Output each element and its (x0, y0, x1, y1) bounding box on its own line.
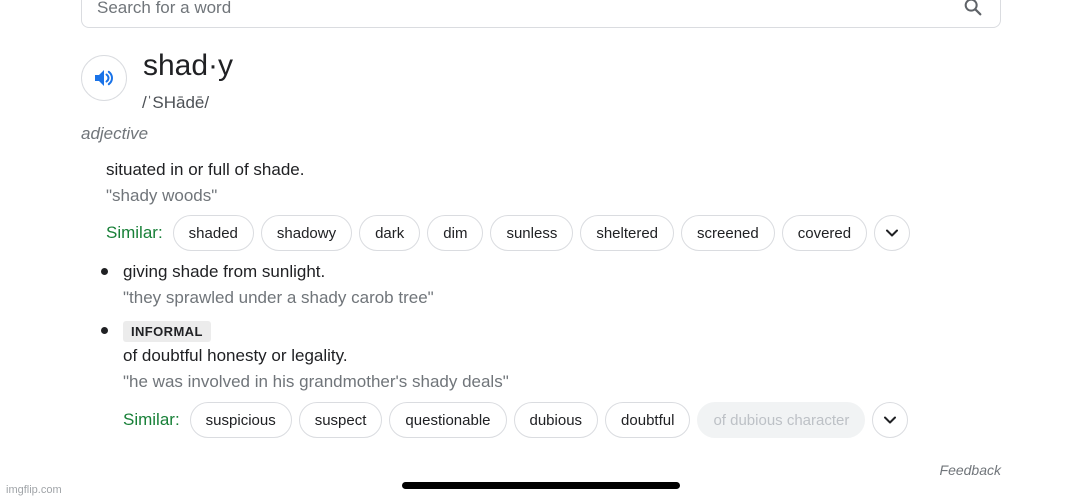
speaker-icon (95, 70, 114, 86)
chevron-down-icon (886, 229, 899, 237)
search-icon[interactable] (962, 0, 984, 18)
similar-row-2: Similar: suspicious suspect questionable… (123, 402, 909, 438)
home-indicator[interactable] (402, 482, 680, 489)
similar-label: Similar: (106, 223, 163, 242)
pronunciation-audio-button[interactable] (81, 55, 127, 101)
definition-1: situated in or full of shade. (106, 160, 305, 179)
expand-similar-button[interactable] (874, 215, 911, 251)
expand-similar-button[interactable] (872, 402, 909, 438)
synonym-chip[interactable]: shaded (172, 215, 254, 251)
synonym-chip[interactable]: screened (681, 215, 775, 251)
bullet (101, 268, 108, 275)
example-3: "he was involved in his grandmother's sh… (123, 372, 509, 391)
synonym-chip[interactable]: dim (427, 215, 484, 251)
synonym-chip[interactable]: doubtful (605, 402, 691, 438)
phonetic-spelling: /ˈSHādē/ (142, 93, 210, 112)
synonym-chip[interactable]: questionable (389, 402, 507, 438)
similar-label: Similar: (123, 410, 180, 429)
similar-row-1: Similar: shaded shadowy dark dim sunless… (106, 215, 911, 251)
chevron-down-icon (884, 416, 897, 424)
synonym-chip[interactable]: covered (781, 215, 868, 251)
synonym-chip[interactable]: dubious (513, 402, 599, 438)
synonym-chip[interactable]: sheltered (580, 215, 675, 251)
synonym-chip-disabled: of dubious character (697, 402, 866, 438)
synonym-chip[interactable]: sunless (490, 215, 574, 251)
synonym-chip[interactable]: suspect (298, 402, 383, 438)
register-label: INFORMAL (123, 321, 211, 342)
synonym-chip[interactable]: suspicious (189, 402, 292, 438)
synonym-chip[interactable]: shadowy (260, 215, 353, 251)
search-box[interactable] (81, 0, 1001, 28)
search-input[interactable] (97, 0, 937, 20)
watermark: imgflip.com (6, 484, 62, 496)
synonym-chip[interactable]: dark (359, 215, 421, 251)
example-1: "shady woods" (106, 186, 218, 205)
part-of-speech: adjective (81, 124, 149, 143)
headword: shad·y (143, 49, 234, 82)
bullet (101, 327, 108, 334)
feedback-link[interactable]: Feedback (940, 462, 1001, 478)
definition-2: giving shade from sunlight. (123, 262, 326, 281)
example-2: "they sprawled under a shady carob tree" (123, 288, 434, 307)
definition-3: of doubtful honesty or legality. (123, 346, 348, 365)
